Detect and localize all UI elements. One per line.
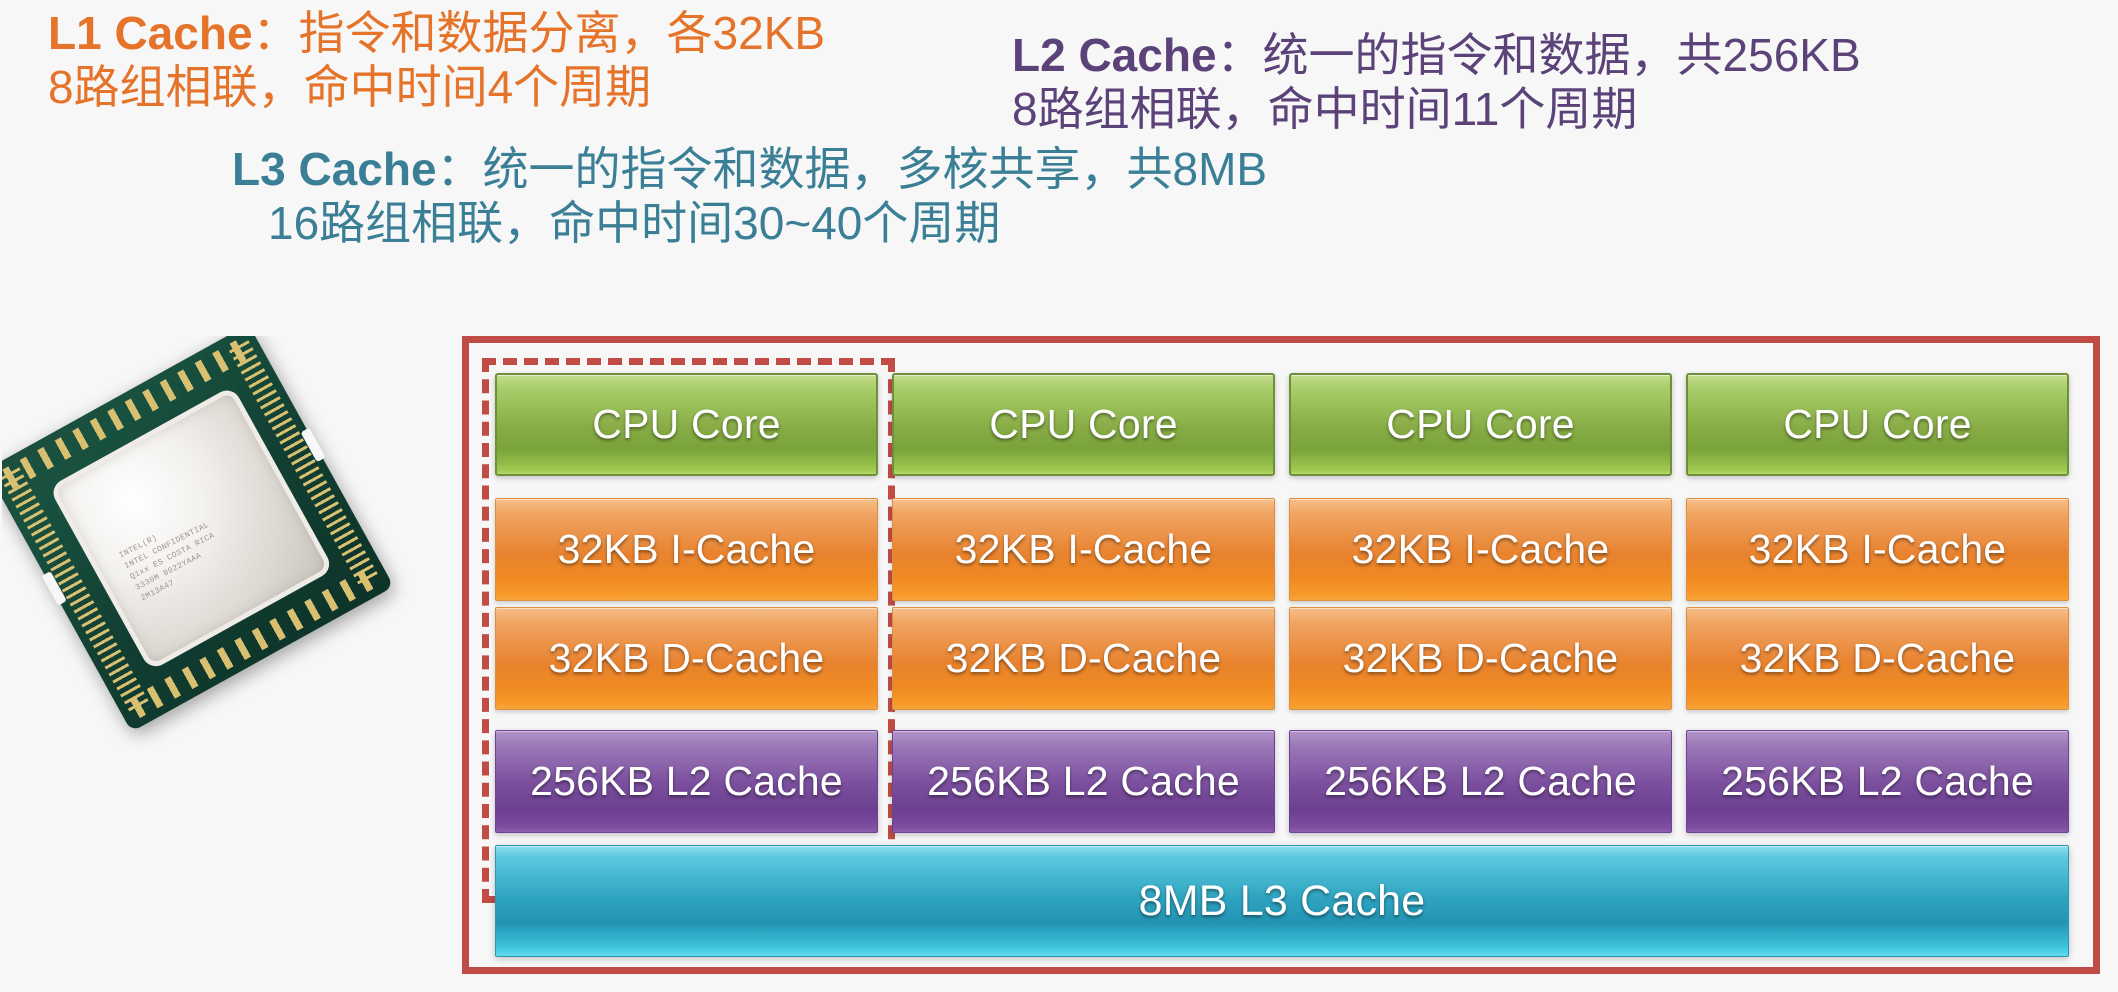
- cpu-core-box[interactable]: CPU Core: [892, 373, 1275, 476]
- cpu-core-box[interactable]: CPU Core: [1686, 373, 2069, 476]
- core-column-1: CPU Core 32KB I-Cache 32KB D-Cache 256KB…: [495, 373, 878, 833]
- l1-icache-box[interactable]: 32KB I-Cache: [495, 498, 878, 601]
- note-l2-line1: ：统一的指令和数据，共256KB: [1216, 29, 1861, 81]
- l1-dcache-box[interactable]: 32KB D-Cache: [1686, 607, 2069, 710]
- l1-icache-box[interactable]: 32KB I-Cache: [1289, 498, 1672, 601]
- core-column-2: CPU Core 32KB I-Cache 32KB D-Cache 256KB…: [892, 373, 1275, 833]
- intel-cpu-photo: INTEL(R) INTEL CONFIDENTIAL Q1xx ES COST…: [2, 336, 418, 766]
- note-l3-line2: 16路组相联，命中时间30~40个周期: [268, 197, 1001, 250]
- l3-cache-row: 8MB L3 Cache: [495, 845, 2069, 957]
- l3-cache-box[interactable]: 8MB L3 Cache: [495, 845, 2069, 957]
- note-l2-cache: L2 Cache：统一的指令和数据，共256KB 8路组相联，命中时间11个周期: [1012, 28, 1861, 137]
- l1-icache-box[interactable]: 32KB I-Cache: [892, 498, 1275, 601]
- l1-icache-box[interactable]: 32KB I-Cache: [1686, 498, 2069, 601]
- cpu-chip-body: INTEL(R) INTEL CONFIDENTIAL Q1xx ES COST…: [2, 336, 394, 732]
- note-l2-line2: 8路组相联，命中时间11个周期: [1012, 83, 1638, 136]
- note-l1-line1: ：指令和数据分离，各32KB: [252, 7, 826, 59]
- l2-cache-box[interactable]: 256KB L2 Cache: [495, 730, 878, 833]
- cpu-ihs-marking: INTEL(R) INTEL CONFIDENTIAL Q1xx ES COST…: [117, 520, 217, 604]
- cpu-core-box[interactable]: CPU Core: [1289, 373, 1672, 476]
- note-l1-line2: 8路组相联，命中时间4个周期: [48, 61, 652, 114]
- note-l2-lead: L2 Cache: [1012, 29, 1217, 81]
- cpu-cache-hierarchy-diagram: CPU Core 32KB I-Cache 32KB D-Cache 256KB…: [462, 336, 2100, 974]
- l1-dcache-box[interactable]: 32KB D-Cache: [495, 607, 878, 710]
- l1-dcache-box[interactable]: 32KB D-Cache: [1289, 607, 1672, 710]
- l2-cache-box[interactable]: 256KB L2 Cache: [1686, 730, 2069, 833]
- core-column-4: CPU Core 32KB I-Cache 32KB D-Cache 256KB…: [1686, 373, 2069, 833]
- l2-cache-box[interactable]: 256KB L2 Cache: [1289, 730, 1672, 833]
- core-columns: CPU Core 32KB I-Cache 32KB D-Cache 256KB…: [495, 373, 2069, 833]
- l2-cache-box[interactable]: 256KB L2 Cache: [892, 730, 1275, 833]
- note-l3-lead: L3 Cache: [232, 143, 437, 195]
- core-column-3: CPU Core 32KB I-Cache 32KB D-Cache 256KB…: [1289, 373, 1672, 833]
- note-l3-line1: ：统一的指令和数据，多核共享，共8MB: [436, 143, 1268, 195]
- note-l1-lead: L1 Cache: [48, 7, 253, 59]
- l1-dcache-box[interactable]: 32KB D-Cache: [892, 607, 1275, 710]
- cpu-core-box[interactable]: CPU Core: [495, 373, 878, 476]
- note-l1-cache: L1 Cache：指令和数据分离，各32KB 8路组相联，命中时间4个周期: [48, 6, 825, 115]
- note-l3-cache: L3 Cache：统一的指令和数据，多核共享，共8MB 16路组相联，命中时间3…: [232, 142, 1267, 251]
